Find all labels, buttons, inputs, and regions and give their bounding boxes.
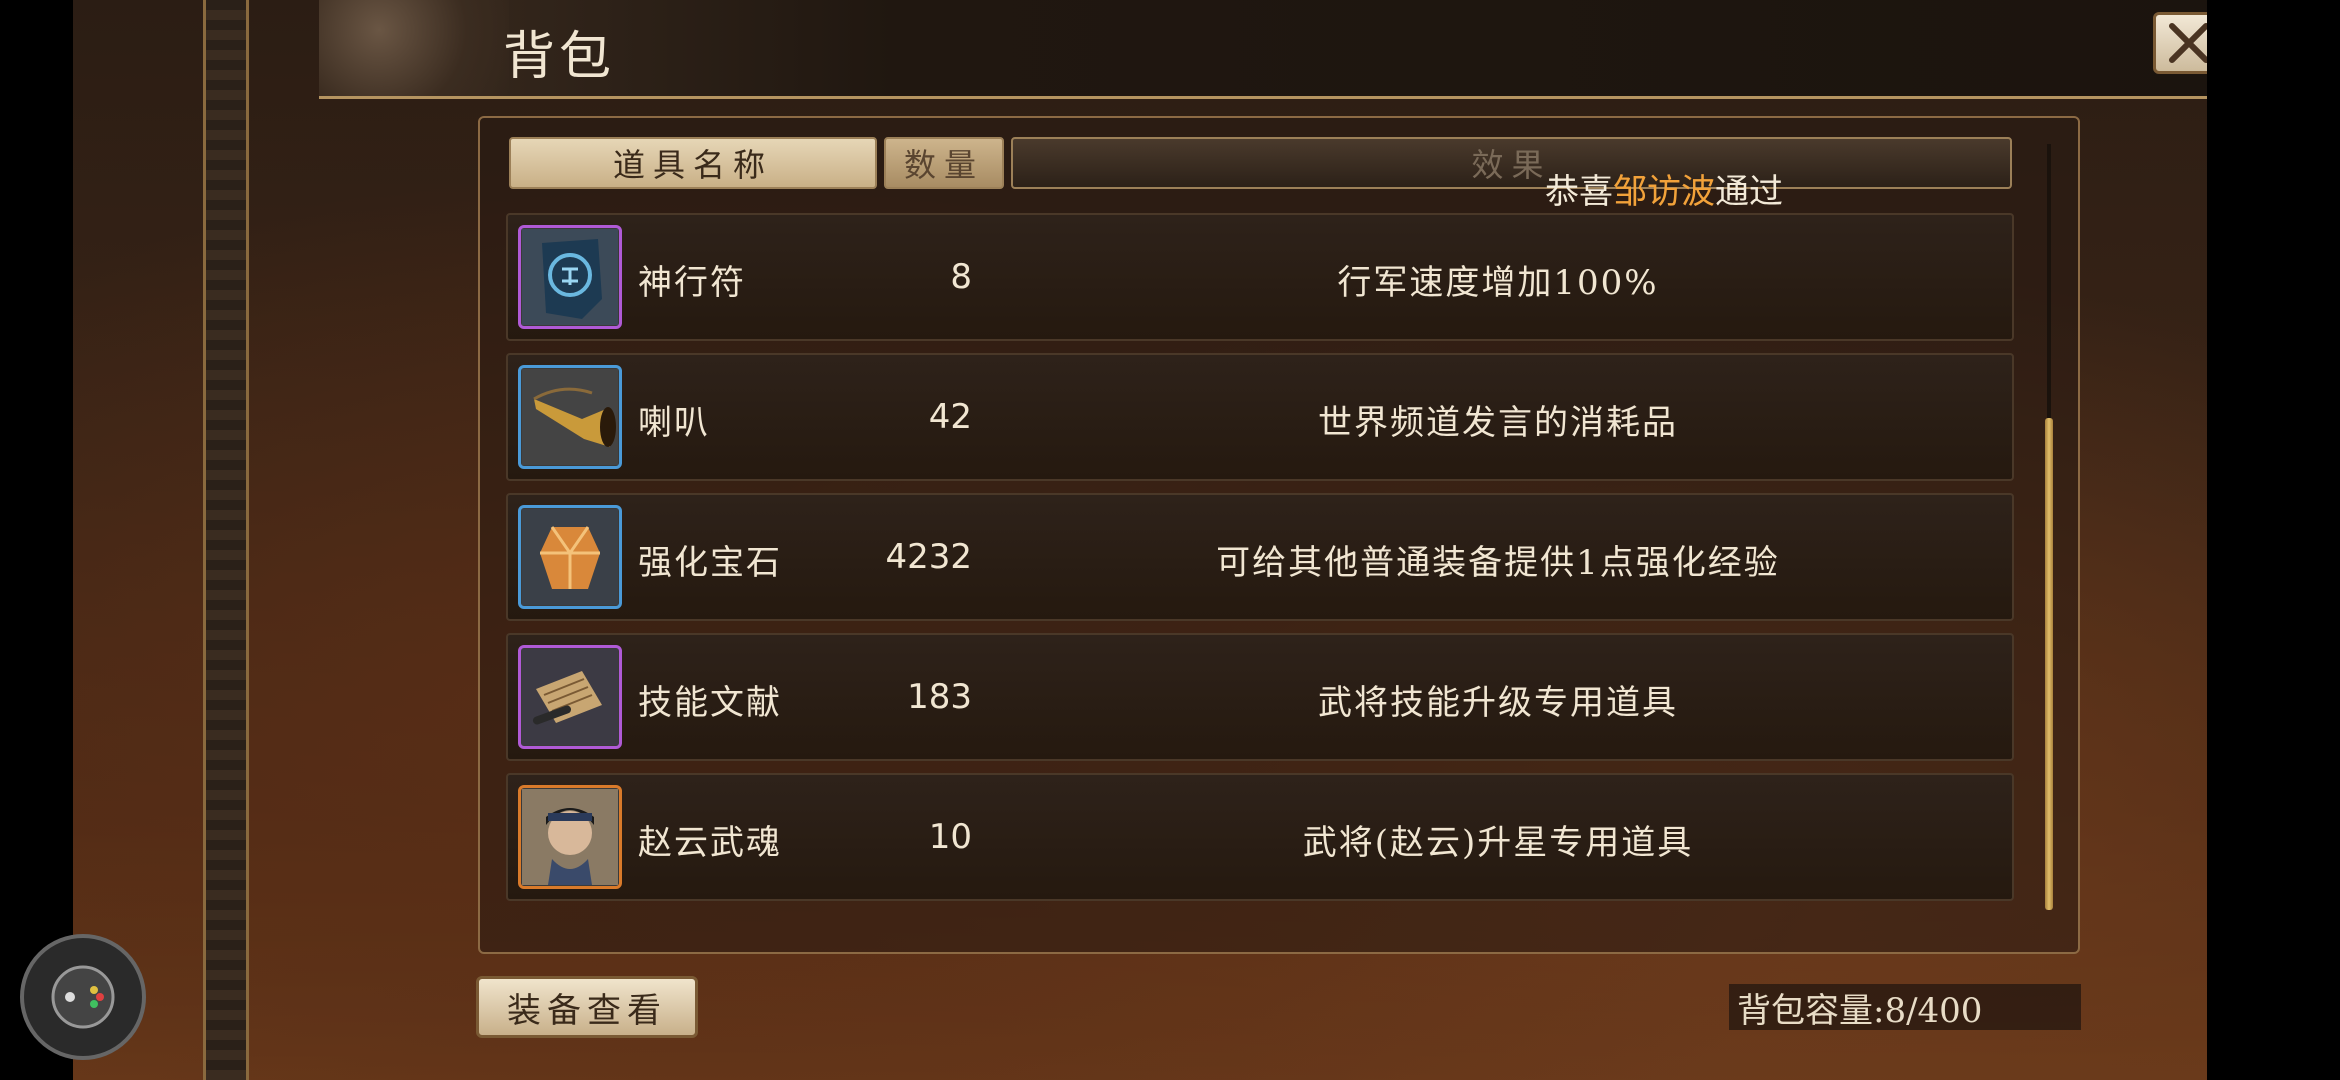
view-equipment-button[interactable]: 装备查看 (476, 976, 698, 1038)
gamepad-icon (51, 965, 115, 1029)
item-icon-frame (518, 225, 622, 329)
item-list: 神行符 8 行军速度增加100% 喇叭 42 世界频道发言的消耗品 强化宝石 4… (506, 213, 2014, 913)
item-icon-frame (518, 365, 622, 469)
item-icon-frame (518, 505, 622, 609)
scrolling-notice: 恭喜邹访波通过 (1545, 164, 1805, 213)
title-ornament (319, 0, 509, 96)
bag-capacity: 背包容量:8/400 (1729, 984, 2081, 1031)
item-effect: 世界频道发言的消耗品 (1318, 403, 1678, 443)
item-quantity: 183 (907, 677, 972, 717)
gem-icon (522, 509, 618, 605)
header-item-name[interactable]: 道具名称 (509, 137, 877, 189)
scroll-icon (522, 649, 618, 745)
item-quantity: 8 (950, 257, 972, 297)
left-frame (203, 0, 249, 1080)
speed-talisman-icon (522, 229, 618, 325)
item-name: 喇叭 (638, 403, 710, 443)
header-effect[interactable]: 效果 (1011, 137, 2012, 189)
item-effect: 武将(赵云)升星专用道具 (1302, 823, 1694, 863)
notice-prefix: 恭喜 (1545, 172, 1613, 212)
item-effect: 可给其他普通装备提供1点强化经验 (1216, 543, 1780, 583)
item-quantity: 10 (928, 817, 972, 857)
item-effect: 行军速度增加100% (1337, 263, 1659, 303)
item-name: 技能文献 (638, 683, 782, 723)
notice-player-name: 邹访波 (1613, 172, 1715, 212)
game-screen: 背包 道具名称 数量 效果 恭喜邹访波通过 神行符 8 行军速度增加100% 喇… (73, 0, 2207, 1080)
window-title: 背包 (503, 27, 616, 87)
item-row[interactable]: 赵云武魂 10 武将(赵云)升星专用道具 (506, 773, 2014, 901)
item-name: 赵云武魂 (638, 823, 782, 863)
item-row[interactable]: 喇叭 42 世界频道发言的消耗品 (506, 353, 2014, 481)
floating-assistant-button[interactable] (20, 934, 146, 1060)
scrollbar-thumb[interactable] (2045, 418, 2053, 910)
item-row[interactable]: 强化宝石 4232 可给其他普通装备提供1点强化经验 (506, 493, 2014, 621)
item-icon-frame (518, 785, 622, 889)
item-row[interactable]: 神行符 8 行军速度增加100% (506, 213, 2014, 341)
header-quantity[interactable]: 数量 (884, 137, 1004, 189)
item-icon-frame (518, 645, 622, 749)
notice-suffix: 通过 (1715, 172, 1783, 212)
hero-soul-icon (522, 789, 618, 885)
item-name: 强化宝石 (638, 543, 782, 583)
item-row[interactable]: 技能文献 183 武将技能升级专用道具 (506, 633, 2014, 761)
close-icon (2169, 23, 2207, 63)
item-effect: 武将技能升级专用道具 (1318, 683, 1678, 723)
close-button[interactable] (2153, 12, 2207, 74)
item-name: 神行符 (638, 263, 746, 303)
horn-icon (522, 369, 618, 465)
item-quantity: 4232 (885, 537, 972, 577)
item-quantity: 42 (928, 397, 972, 437)
